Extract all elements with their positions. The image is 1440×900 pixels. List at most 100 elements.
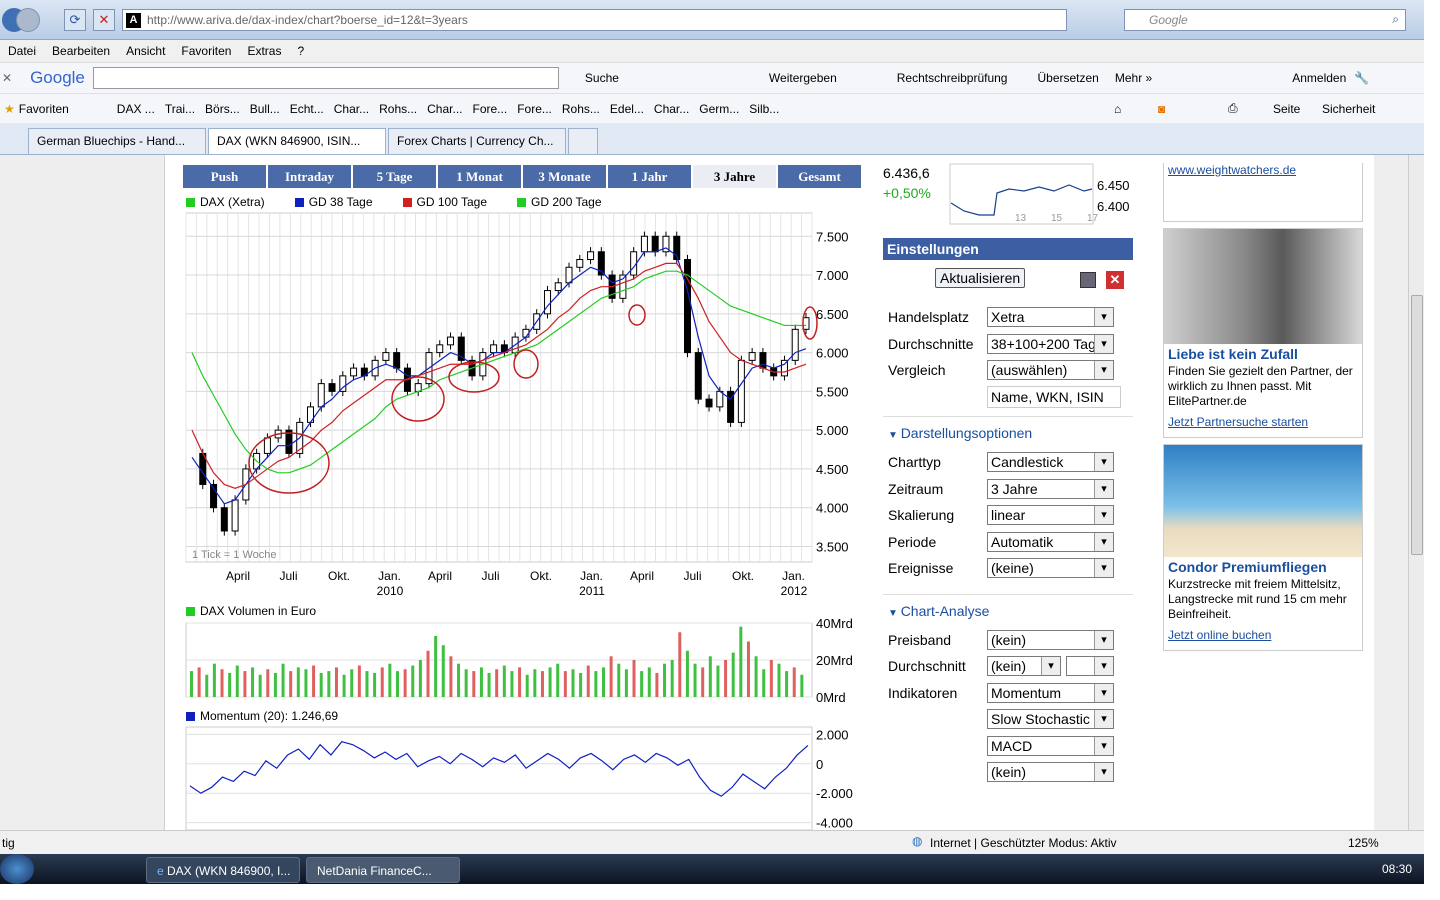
spark-x-tick: 17 bbox=[1087, 213, 1099, 224]
signin-button[interactable]: Anmelden bbox=[1292, 71, 1346, 85]
share-button[interactable]: Weitergeben bbox=[769, 71, 837, 85]
select-preisband[interactable]: (kein) bbox=[987, 629, 1114, 650]
page-menu[interactable]: Seite bbox=[1273, 102, 1300, 116]
translate-button[interactable]: Übersetzen bbox=[1037, 71, 1098, 85]
favorite-item[interactable]: Germ... bbox=[699, 102, 739, 116]
volume-bar bbox=[190, 671, 193, 697]
tab-forex[interactable]: Forex Charts | Currency Ch... bbox=[388, 128, 566, 154]
favorite-item[interactable]: Fore... bbox=[473, 102, 508, 116]
tab-bluechips[interactable]: German Bluechips - Hand... bbox=[28, 128, 206, 154]
select-indikator-2[interactable]: Slow Stochastic bbox=[987, 709, 1114, 730]
ad1-link[interactable]: Jetzt Partnersuche starten bbox=[1164, 415, 1362, 429]
select-charttyp[interactable]: Candlestick bbox=[987, 452, 1114, 473]
favorite-item[interactable]: DAX ... bbox=[117, 102, 155, 116]
taskbar-item-dax[interactable]: e DAX (WKN 846900, I... bbox=[146, 857, 300, 883]
save-icon[interactable] bbox=[1080, 272, 1096, 288]
favorites-bar: ★ Favoriten DAX ... Trai... Börs... Bull...… bbox=[0, 93, 1424, 123]
close-toolbar-icon[interactable]: ✕ bbox=[2, 71, 12, 85]
volume-bar bbox=[617, 663, 621, 697]
favorites-star-icon[interactable]: ★ bbox=[4, 102, 15, 116]
select-handelsplatz[interactable]: Xetra bbox=[987, 307, 1114, 328]
menu-favoriten[interactable]: Favoriten bbox=[173, 44, 239, 58]
favorite-item[interactable]: Char... bbox=[334, 102, 369, 116]
volume-bar bbox=[579, 672, 583, 697]
wrench-icon[interactable]: 🔧 bbox=[1354, 71, 1369, 85]
favorite-item[interactable]: Char... bbox=[654, 102, 689, 116]
favorite-item[interactable]: Echt... bbox=[290, 102, 324, 116]
tick-note: 1 Tick = 1 Woche bbox=[192, 549, 276, 561]
more-button[interactable]: Mehr » bbox=[1115, 71, 1152, 85]
favorite-item[interactable]: Bull... bbox=[250, 102, 280, 116]
select-indikator-1[interactable]: Momentum bbox=[987, 682, 1114, 703]
stop-icon[interactable]: ✕ bbox=[93, 9, 115, 31]
row-charttyp: Charttyp Candlestick bbox=[883, 449, 1133, 476]
url-field[interactable]: A http://www.ariva.de/dax-index/chart?bo… bbox=[122, 9, 1067, 31]
row-indikatoren: Indikatoren Momentum bbox=[883, 680, 1133, 707]
y-tick-label: 5.500 bbox=[816, 384, 849, 399]
zoom-level[interactable]: 125% bbox=[1348, 836, 1379, 850]
favorite-item[interactable]: Rohs... bbox=[379, 102, 417, 116]
compare-input[interactable]: Name, WKN, ISIN bbox=[987, 385, 1121, 408]
y-tick-label: 5.000 bbox=[816, 423, 849, 438]
menu-datei[interactable]: Datei bbox=[0, 44, 44, 58]
update-button[interactable]: Aktualisieren bbox=[935, 268, 1026, 288]
print-icon[interactable]: ⎙ bbox=[1228, 101, 1238, 116]
favorites-button[interactable]: Favoriten bbox=[19, 102, 69, 116]
select-indikator-4[interactable]: (kein) bbox=[987, 762, 1114, 783]
taskbar: e DAX (WKN 846900, I... NetDania Finance… bbox=[0, 854, 1424, 884]
select-indikator-3[interactable]: MACD bbox=[987, 735, 1114, 756]
section-chart-analyse[interactable]: ▼ Chart-Analyse bbox=[883, 593, 1133, 627]
volume-bar bbox=[746, 641, 750, 697]
vertical-scrollbar[interactable] bbox=[1408, 155, 1424, 830]
volume-bar bbox=[380, 667, 384, 697]
spellcheck-button[interactable]: Rechtschreibprüfung bbox=[897, 71, 1008, 85]
google-search-button[interactable]: Suche bbox=[585, 71, 619, 85]
new-tab-button[interactable] bbox=[568, 128, 598, 154]
section-darstellungsoptionen[interactable]: ▼ Darstellungsoptionen bbox=[883, 416, 1133, 449]
favorite-item[interactable]: Edel... bbox=[610, 102, 644, 116]
home-icon[interactable]: ⌂ bbox=[1114, 102, 1121, 116]
favorite-item[interactable]: Börs... bbox=[205, 102, 240, 116]
volume-bar bbox=[205, 674, 209, 697]
favorite-item[interactable]: Rohs... bbox=[562, 102, 600, 116]
refresh-icon[interactable]: ⟳ bbox=[64, 9, 86, 31]
select-durchschnitt[interactable]: (kein) bbox=[987, 656, 1061, 677]
candle-body bbox=[576, 259, 584, 268]
weightwatchers-link[interactable]: www.weightwatchers.de bbox=[1164, 163, 1362, 177]
menu-help[interactable]: ? bbox=[289, 44, 312, 58]
favorite-item[interactable]: Char... bbox=[427, 102, 462, 116]
delete-icon[interactable]: ✕ bbox=[1106, 271, 1124, 289]
security-menu[interactable]: Sicherheit bbox=[1322, 102, 1375, 116]
dax-chart[interactable]: 7.500 7.000 6.500 6.000 5.500 5.000 4.500 4.000… bbox=[165, 155, 865, 830]
ad1-title[interactable]: Liebe ist kein Zufall bbox=[1164, 344, 1362, 364]
taskbar-item-netdania[interactable]: NetDania FinanceC... bbox=[306, 857, 460, 883]
favorite-item[interactable]: Silb... bbox=[749, 102, 779, 116]
select-durchschnitte[interactable]: 38+100+200 Tage bbox=[987, 333, 1114, 354]
select-zeitraum[interactable]: 3 Jahre bbox=[987, 478, 1114, 499]
menu-extras[interactable]: Extras bbox=[239, 44, 289, 58]
select-skalierung[interactable]: linear bbox=[987, 505, 1114, 526]
tab-dax[interactable]: DAX (WKN 846900, ISIN... bbox=[208, 128, 386, 154]
favorite-item[interactable]: Trai... bbox=[165, 102, 195, 116]
rss-icon[interactable]: ◙ bbox=[1158, 102, 1165, 116]
momentum-tick-label: 2.000 bbox=[816, 727, 849, 742]
ad2-link[interactable]: Jetzt online buchen bbox=[1164, 628, 1362, 642]
google-search-input[interactable] bbox=[92, 67, 559, 89]
row-periode: Periode Automatik bbox=[883, 529, 1133, 556]
ad2-title[interactable]: Condor Premiumfliegen bbox=[1164, 557, 1362, 577]
select-periode[interactable]: Automatik bbox=[987, 531, 1114, 552]
search-icon[interactable]: ⌕ bbox=[1392, 12, 1399, 27]
select-vergleich[interactable]: (auswählen) bbox=[987, 360, 1114, 381]
favorite-item[interactable]: Fore... bbox=[517, 102, 552, 116]
web-search-field[interactable]: Google ⌕ bbox=[1124, 9, 1406, 31]
start-button[interactable] bbox=[0, 854, 34, 884]
forward-button[interactable] bbox=[16, 8, 40, 32]
menu-bearbeiten[interactable]: Bearbeiten bbox=[44, 44, 118, 58]
candle-body bbox=[705, 398, 713, 408]
menu-ansicht[interactable]: Ansicht bbox=[118, 44, 173, 58]
select-durchschnitt-period[interactable] bbox=[1066, 656, 1114, 677]
volume-tick-label: 0Mrd bbox=[816, 690, 846, 705]
select-ereignisse[interactable]: (keine) bbox=[987, 558, 1114, 579]
scrollbar-thumb[interactable] bbox=[1411, 295, 1423, 555]
candle-body bbox=[651, 235, 659, 253]
